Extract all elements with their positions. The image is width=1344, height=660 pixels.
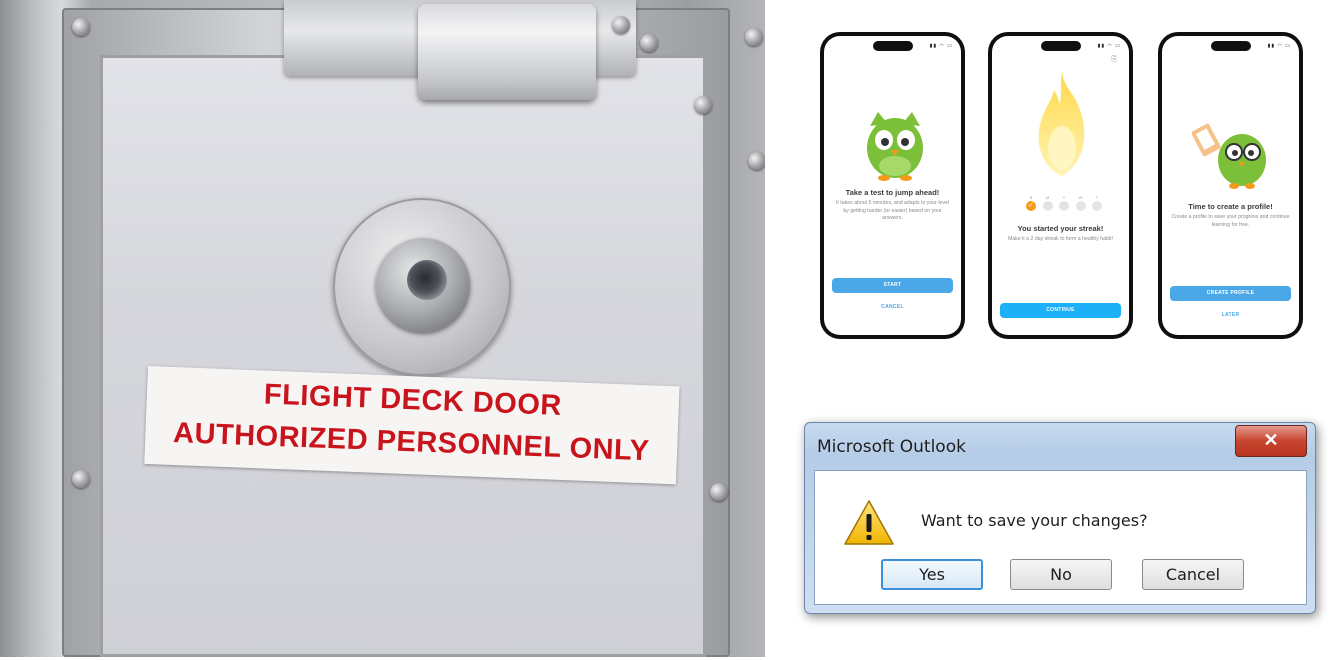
cancel-link[interactable]: CANCEL xyxy=(824,304,961,310)
duo-owl-clipboard-icon xyxy=(1192,123,1266,189)
cancel-button[interactable]: Cancel xyxy=(1142,559,1244,590)
phone-title: You started your streak! xyxy=(1017,224,1104,233)
no-button[interactable]: No xyxy=(1010,559,1112,590)
status-bar-icons: ▮▮ ◠ ▭ xyxy=(1097,43,1121,49)
screw xyxy=(694,96,712,114)
phone-streak: ▮▮ ◠ ▭ ⎘ S ✓ M T W T You started your st… xyxy=(988,32,1133,339)
peephole-lens xyxy=(407,260,447,300)
close-icon: ✕ xyxy=(1263,430,1279,450)
phone-notch xyxy=(872,41,913,51)
door-sign: FLIGHT DECK DOOR AUTHORIZED PERSONNEL ON… xyxy=(144,366,680,485)
phone-create-profile: ▮▮ ◠ ▭ Time to create a profile! Create … xyxy=(1158,32,1303,339)
streak-day-dot xyxy=(1092,201,1102,211)
streak-flame-icon xyxy=(1038,72,1085,176)
close-button[interactable]: ✕ xyxy=(1235,425,1307,457)
status-bar-icons: ▮▮ ◠ ▭ xyxy=(1267,43,1291,49)
streak-day-dot xyxy=(1059,201,1069,211)
create-profile-button[interactable]: CREATE PROFILE xyxy=(1170,286,1291,301)
phone-body-text: It takes about 5 minutes, and adapts to … xyxy=(835,200,950,221)
streak-day: S ✓ xyxy=(1026,195,1036,211)
later-link[interactable]: LATER xyxy=(1162,312,1299,318)
continue-button[interactable]: CONTINUE xyxy=(1000,303,1121,318)
phone-notch xyxy=(1210,41,1251,51)
outlook-save-dialog: Microsoft Outlook ✕ Want to save your ch… xyxy=(804,422,1316,614)
phone-title: Take a test to jump ahead! xyxy=(845,188,940,197)
screw xyxy=(710,483,728,501)
screw xyxy=(612,16,630,34)
phone-title: Time to create a profile! xyxy=(1188,202,1273,211)
share-icon[interactable]: ⎘ xyxy=(1111,56,1117,64)
warning-icon xyxy=(844,500,894,545)
dialog-message: Want to save your changes? xyxy=(921,511,1148,530)
phone-placement-test: ▮▮ ◠ ▭ Take a test to jump ahead! It tak… xyxy=(820,32,965,339)
phone-screen: ▮▮ ◠ ▭ Time to create a profile! Create … xyxy=(1162,36,1299,335)
dialog-title: Microsoft Outlook xyxy=(817,437,966,457)
streak-week-row: S ✓ M T W T xyxy=(1026,195,1102,211)
yes-button[interactable]: Yes xyxy=(881,559,983,590)
streak-day-dot xyxy=(1075,201,1086,211)
screw xyxy=(72,470,90,488)
start-button[interactable]: START xyxy=(832,278,953,293)
streak-day: T xyxy=(1059,195,1069,211)
streak-day: W xyxy=(1075,195,1086,211)
phone-notch xyxy=(1040,41,1081,51)
phone-body-text: Make it a 2 day streak to form a healthy… xyxy=(1008,236,1113,242)
flight-deck-door-photo: FLIGHT DECK DOOR AUTHORIZED PERSONNEL ON… xyxy=(0,0,765,657)
streak-day-dot xyxy=(1042,201,1053,211)
status-bar-icons: ▮▮ ◠ ▭ xyxy=(929,43,953,49)
phone-screen: ▮▮ ◠ ▭ ⎘ S ✓ M T W T You started your st… xyxy=(992,36,1129,335)
dialog-body: Want to save your changes? Yes No Cancel xyxy=(814,470,1307,605)
duo-owl-icon xyxy=(867,112,923,181)
phone-screen: ▮▮ ◠ ▭ Take a test to jump ahead! It tak… xyxy=(824,36,961,335)
screw xyxy=(748,152,765,170)
streak-day: T xyxy=(1092,195,1102,211)
screw xyxy=(72,18,90,36)
streak-day: M xyxy=(1042,195,1053,211)
screw xyxy=(640,34,658,52)
door-latch-handle xyxy=(418,4,596,100)
screw xyxy=(745,28,763,46)
check-icon: ✓ xyxy=(1026,201,1036,211)
phone-body-text: Create a profile to save your progress a… xyxy=(1171,214,1290,228)
